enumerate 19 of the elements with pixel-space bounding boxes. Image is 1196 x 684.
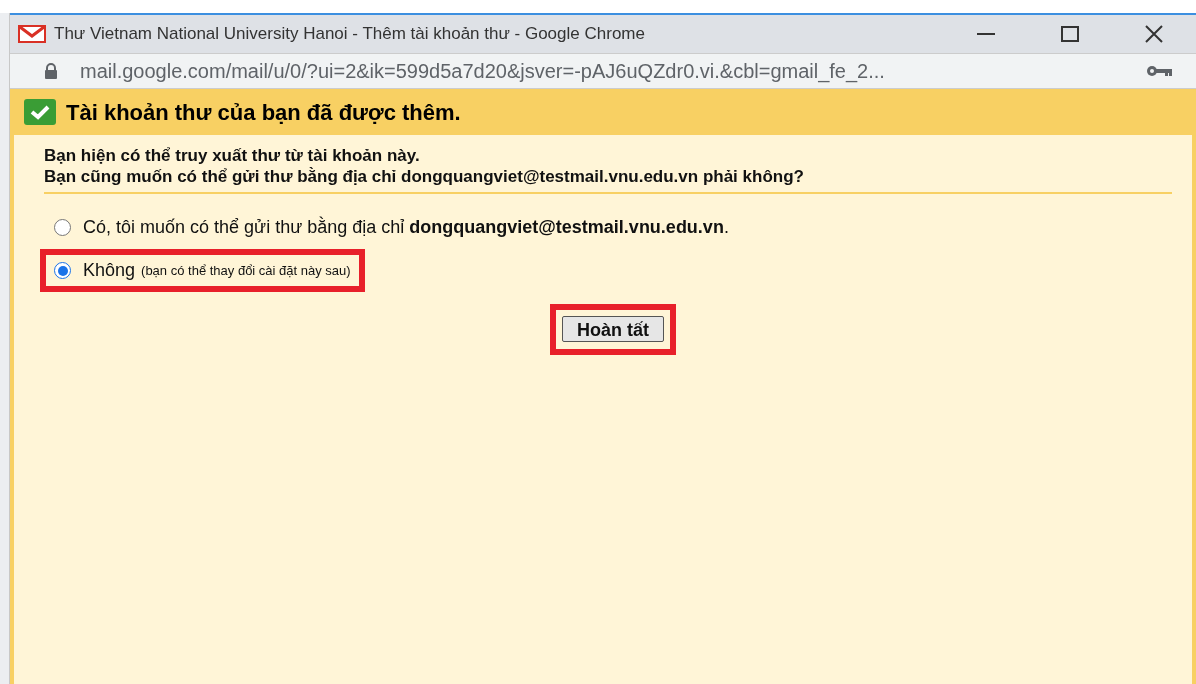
option-label: Có, tôi muốn có thể gửi thư bằng địa chỉ dongquangviet@testmail.vnu.edu.vn. [83,215,729,239]
envelope-icon [18,25,46,43]
option-note: (bạn có thể thay đổi cài đặt này sau) [141,261,351,280]
radio-button[interactable] [54,219,71,236]
address-bar[interactable]: mail.google.com/mail/u/0/?ui=2&ik=599d5a7d20&jsver=-pAJ6uQZdr0.vi.&cbl=gmail_fe_2... [10,53,1196,89]
lock-icon [44,63,58,79]
radio-button[interactable] [54,262,71,279]
checkmark-icon [24,99,56,125]
url-text: mail.google.com/mail/u/0/?ui=2&ik=599d5a7d20&jsver=-pAJ6uQZdr0.vi.&cbl=gmail_fe_2... [80,59,885,85]
finish-button[interactable]: Hoàn tất [562,316,664,342]
close-icon [1145,25,1163,43]
message-text: Bạn cũng muốn có thể gửi thư bằng địa chỉ dongquangviet@testmail.vnu.edu.vn phải không? [44,166,805,187]
maximize-icon [1061,26,1079,42]
key-icon[interactable] [1146,65,1172,77]
header-title: Tài khoản thư của bạn đã được thêm. [66,98,461,127]
window-title: Thư Vietnam National University Hanoi - Thêm tài khoản thư - Google Chrome [54,23,645,46]
minimize-icon [977,33,995,35]
option-label: Không [83,259,136,282]
message-text: Bạn hiện có thể truy xuất thư từ tài khoản này. [44,145,421,166]
